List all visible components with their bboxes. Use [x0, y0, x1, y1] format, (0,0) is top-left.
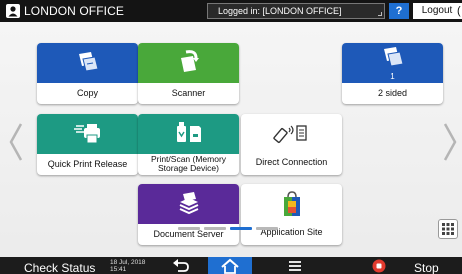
resize-corner-icon — [378, 12, 382, 16]
login-status-box[interactable]: Logged in: [LONDON OFFICE] — [207, 3, 385, 19]
two-sided-tile[interactable]: 1 2 sided — [342, 43, 443, 104]
date-time: 18 Jul, 2018 15:41 — [110, 259, 145, 273]
page-indicator — [178, 227, 282, 231]
prev-page-arrow-icon[interactable] — [8, 122, 24, 162]
home-icon — [221, 258, 239, 274]
bottom-bar: Check Status 18 Jul, 2018 15:41 Stop — [0, 257, 462, 274]
logout-button[interactable]: Logout — [413, 3, 461, 19]
home-button[interactable] — [208, 257, 252, 274]
document-server-icon — [138, 184, 239, 224]
document-server-tile[interactable]: Document Server — [138, 184, 239, 245]
shopping-bag-icon — [241, 184, 342, 224]
direct-connection-tile[interactable]: Direct Connection — [241, 114, 342, 175]
login-status-text: Logged in: [LONDON OFFICE] — [218, 6, 342, 16]
two-sided-label: 2 sided — [377, 88, 408, 98]
copy-icon — [37, 43, 138, 83]
check-status-button[interactable]: Check Status — [24, 260, 95, 274]
page-dot — [256, 227, 278, 230]
menu-icon[interactable] — [284, 257, 306, 274]
scanner-tile[interactable]: Scanner — [138, 43, 239, 104]
stop-icon[interactable] — [372, 259, 386, 273]
page-dot — [178, 227, 200, 230]
print-scan-memory-label: Print/Scan (Memory Storage Device) — [138, 155, 239, 172]
quick-print-release-tile[interactable]: Quick Print Release — [37, 114, 138, 175]
office-title: LONDON OFFICE — [24, 4, 124, 18]
two-sided-count: 1 — [390, 72, 395, 81]
print-scan-memory-tile[interactable]: Print/Scan (Memory Storage Device) — [138, 114, 239, 175]
back-arrow-icon[interactable] — [170, 257, 192, 274]
energy-saver-button[interactable]: ( — [457, 3, 462, 19]
print-scan-label-line2: Storage Device) — [158, 162, 219, 173]
page-dot-active — [230, 227, 252, 230]
time-text: 15:41 — [110, 266, 127, 273]
user-icon — [6, 4, 20, 18]
copy-label: Copy — [76, 88, 98, 98]
direct-connection-icon — [241, 114, 342, 154]
quick-print-icon — [37, 114, 138, 154]
copy-tile[interactable]: Copy — [37, 43, 138, 104]
next-page-arrow-icon[interactable] — [442, 122, 458, 162]
stop-button[interactable]: Stop — [414, 260, 439, 274]
direct-connection-label: Direct Connection — [255, 157, 328, 167]
top-bar: LONDON OFFICE Logged in: [LONDON OFFICE]… — [0, 0, 462, 22]
app-grid-icon[interactable] — [438, 219, 458, 239]
quick-print-release-label: Quick Print Release — [47, 159, 128, 169]
date-text: 18 Jul, 2018 — [110, 259, 146, 266]
application-site-tile[interactable]: Application Site — [241, 184, 342, 245]
help-button[interactable]: ? — [389, 3, 409, 19]
page-dot — [204, 227, 226, 230]
scanner-label: Scanner — [171, 88, 206, 98]
scanner-icon — [138, 43, 239, 83]
memory-storage-icon — [138, 114, 239, 154]
